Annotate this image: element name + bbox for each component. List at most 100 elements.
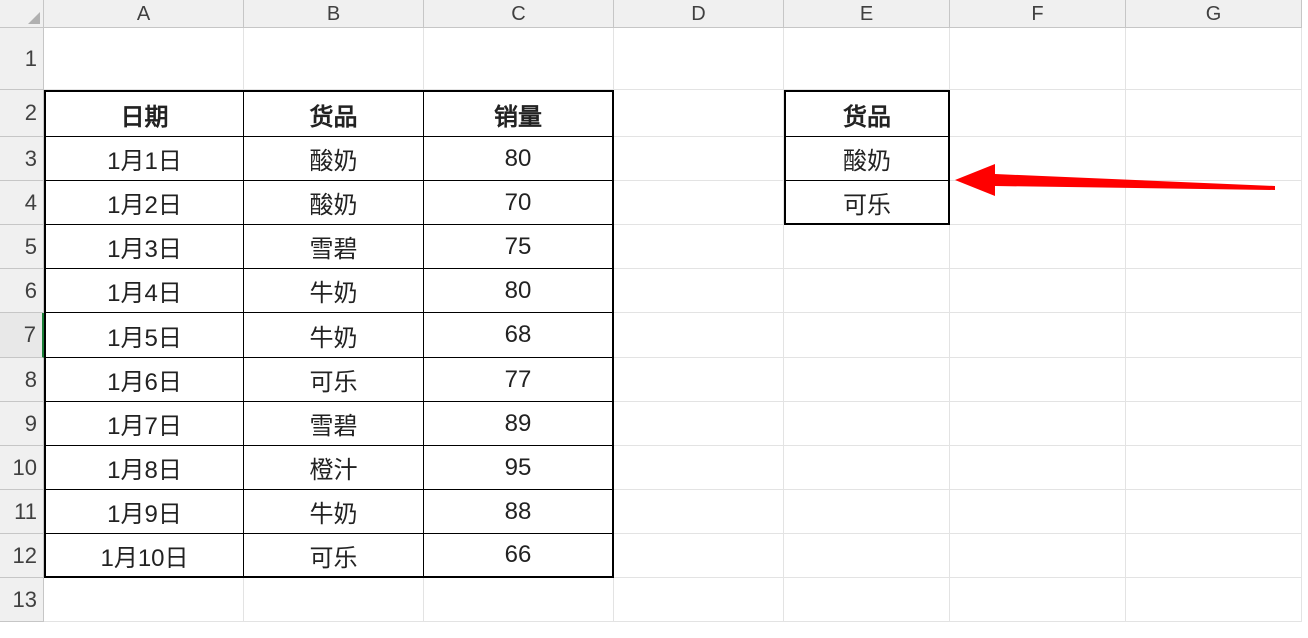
cell-C5[interactable]: 75 <box>424 225 614 269</box>
cell-G13[interactable] <box>1126 578 1302 622</box>
cell-E2[interactable]: 货品 <box>784 90 950 137</box>
cell-F11[interactable] <box>950 490 1126 534</box>
cell-F6[interactable] <box>950 269 1126 313</box>
cell-G3[interactable] <box>1126 137 1302 181</box>
row-header-11[interactable]: 11 <box>0 490 44 534</box>
cell-F13[interactable] <box>950 578 1126 622</box>
cell-G1[interactable] <box>1126 28 1302 90</box>
cell-C8[interactable]: 77 <box>424 358 614 402</box>
cell-A13[interactable] <box>44 578 244 622</box>
cell-C12[interactable]: 66 <box>424 534 614 578</box>
col-header-E[interactable]: E <box>784 0 950 28</box>
cell-G12[interactable] <box>1126 534 1302 578</box>
cell-G9[interactable] <box>1126 402 1302 446</box>
cell-D1[interactable] <box>614 28 784 90</box>
col-header-D[interactable]: D <box>614 0 784 28</box>
cell-G11[interactable] <box>1126 490 1302 534</box>
row-header-2[interactable]: 2 <box>0 90 44 137</box>
cell-A10[interactable]: 1月8日 <box>44 446 244 490</box>
cell-B2[interactable]: 货品 <box>244 90 424 137</box>
cell-E7[interactable] <box>784 313 950 358</box>
cell-G4[interactable] <box>1126 181 1302 225</box>
cell-B1[interactable] <box>244 28 424 90</box>
cell-B4[interactable]: 酸奶 <box>244 181 424 225</box>
row-header-13[interactable]: 13 <box>0 578 44 622</box>
cell-G8[interactable] <box>1126 358 1302 402</box>
cell-E9[interactable] <box>784 402 950 446</box>
row-header-5[interactable]: 5 <box>0 225 44 269</box>
cell-D12[interactable] <box>614 534 784 578</box>
cell-D10[interactable] <box>614 446 784 490</box>
cell-C2[interactable]: 销量 <box>424 90 614 137</box>
cell-B8[interactable]: 可乐 <box>244 358 424 402</box>
cell-A2[interactable]: 日期 <box>44 90 244 137</box>
cell-E6[interactable] <box>784 269 950 313</box>
cell-B6[interactable]: 牛奶 <box>244 269 424 313</box>
cell-A7[interactable]: 1月5日 <box>44 313 244 358</box>
cell-C10[interactable]: 95 <box>424 446 614 490</box>
col-header-A[interactable]: A <box>44 0 244 28</box>
cell-C9[interactable]: 89 <box>424 402 614 446</box>
cell-B7[interactable]: 牛奶 <box>244 313 424 358</box>
cell-F1[interactable] <box>950 28 1126 90</box>
select-all-corner[interactable] <box>0 0 44 28</box>
cell-D5[interactable] <box>614 225 784 269</box>
col-header-B[interactable]: B <box>244 0 424 28</box>
cell-E8[interactable] <box>784 358 950 402</box>
col-header-G[interactable]: G <box>1126 0 1302 28</box>
cell-F10[interactable] <box>950 446 1126 490</box>
row-header-8[interactable]: 8 <box>0 358 44 402</box>
cell-E1[interactable] <box>784 28 950 90</box>
cell-G7[interactable] <box>1126 313 1302 358</box>
row-header-7[interactable]: 7 <box>0 313 44 358</box>
cell-A6[interactable]: 1月4日 <box>44 269 244 313</box>
cell-A8[interactable]: 1月6日 <box>44 358 244 402</box>
cell-D11[interactable] <box>614 490 784 534</box>
cell-B13[interactable] <box>244 578 424 622</box>
cell-F2[interactable] <box>950 90 1126 137</box>
cell-D6[interactable] <box>614 269 784 313</box>
cell-E10[interactable] <box>784 446 950 490</box>
cell-D13[interactable] <box>614 578 784 622</box>
row-header-3[interactable]: 3 <box>0 137 44 181</box>
col-header-F[interactable]: F <box>950 0 1126 28</box>
cell-B5[interactable]: 雪碧 <box>244 225 424 269</box>
cell-A3[interactable]: 1月1日 <box>44 137 244 181</box>
cell-C3[interactable]: 80 <box>424 137 614 181</box>
row-header-1[interactable]: 1 <box>0 28 44 90</box>
cell-G6[interactable] <box>1126 269 1302 313</box>
cell-A9[interactable]: 1月7日 <box>44 402 244 446</box>
cell-F3[interactable] <box>950 137 1126 181</box>
cell-C7[interactable]: 68 <box>424 313 614 358</box>
cell-A11[interactable]: 1月9日 <box>44 490 244 534</box>
cell-D9[interactable] <box>614 402 784 446</box>
cell-E5[interactable] <box>784 225 950 269</box>
cell-E12[interactable] <box>784 534 950 578</box>
cell-F4[interactable] <box>950 181 1126 225</box>
col-header-C[interactable]: C <box>424 0 614 28</box>
cell-F9[interactable] <box>950 402 1126 446</box>
cell-F5[interactable] <box>950 225 1126 269</box>
cell-A1[interactable] <box>44 28 244 90</box>
row-header-12[interactable]: 12 <box>0 534 44 578</box>
cell-A12[interactable]: 1月10日 <box>44 534 244 578</box>
cell-D3[interactable] <box>614 137 784 181</box>
cell-D4[interactable] <box>614 181 784 225</box>
cell-G2[interactable] <box>1126 90 1302 137</box>
cell-F8[interactable] <box>950 358 1126 402</box>
cell-C11[interactable]: 88 <box>424 490 614 534</box>
row-header-9[interactable]: 9 <box>0 402 44 446</box>
cell-F7[interactable] <box>950 313 1126 358</box>
cell-F12[interactable] <box>950 534 1126 578</box>
cell-A4[interactable]: 1月2日 <box>44 181 244 225</box>
cell-D8[interactable] <box>614 358 784 402</box>
cell-E4[interactable]: 可乐 <box>784 181 950 225</box>
cell-E3[interactable]: 酸奶 <box>784 137 950 181</box>
cell-D7[interactable] <box>614 313 784 358</box>
row-header-4[interactable]: 4 <box>0 181 44 225</box>
row-header-10[interactable]: 10 <box>0 446 44 490</box>
cell-C1[interactable] <box>424 28 614 90</box>
cell-E11[interactable] <box>784 490 950 534</box>
cell-G10[interactable] <box>1126 446 1302 490</box>
cell-G5[interactable] <box>1126 225 1302 269</box>
